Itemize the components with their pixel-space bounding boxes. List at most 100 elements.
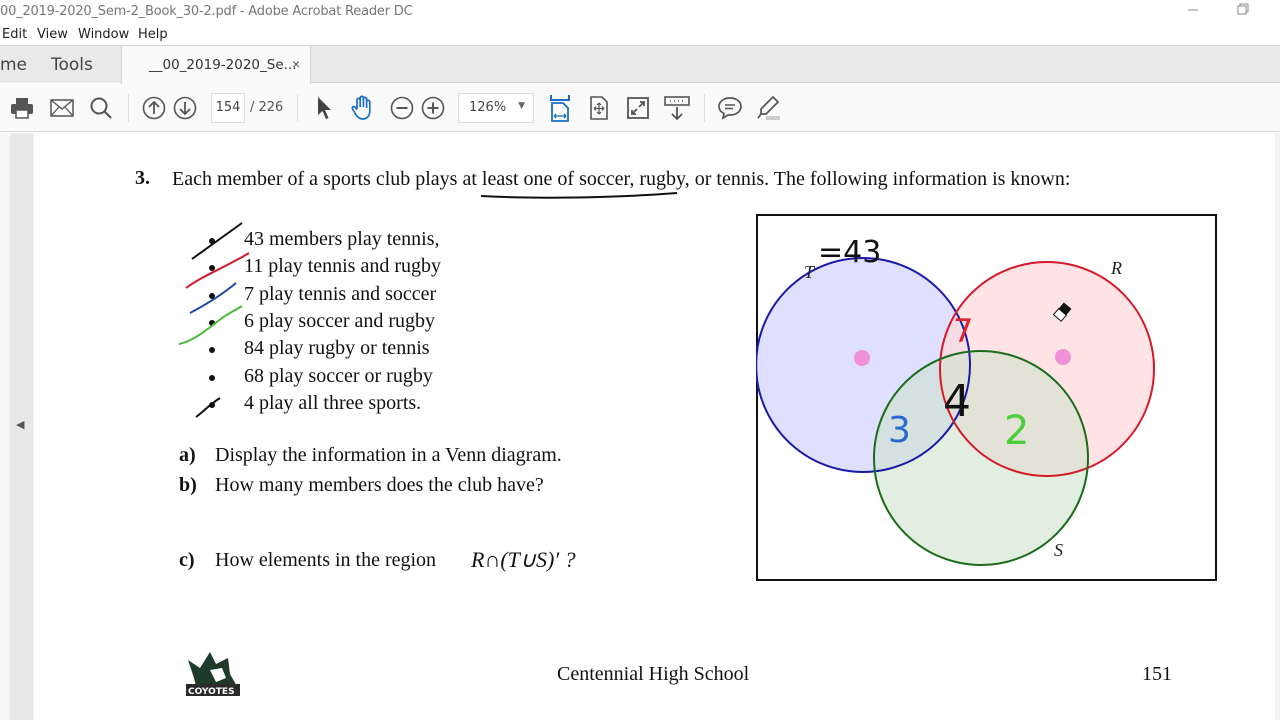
search-button[interactable] — [87, 94, 115, 122]
part-text: How many members does the club have? — [215, 474, 544, 496]
bullet — [209, 265, 215, 271]
fit-page-icon — [590, 96, 608, 120]
toolbar: 154 / 226 126% ▼ — [0, 84, 1280, 132]
bullet — [209, 293, 215, 299]
fact-item: 11 play tennis and rugby — [244, 255, 442, 277]
document-viewer: ◀ 3. Each member of a sports club plays … — [0, 133, 1280, 720]
tab-document-label: __00_2019-2020_Se... — [149, 57, 297, 73]
check-mark-ink — [185, 252, 250, 289]
fact-item: 84 play rugby or tennis — [244, 337, 430, 359]
check-mark-ink — [195, 397, 221, 418]
menu-window[interactable]: Window — [78, 27, 129, 42]
fact-item: 68 play soccer or rugby — [244, 365, 433, 387]
bullet — [209, 402, 215, 408]
fit-width-icon — [550, 95, 570, 122]
part-label: c) — [179, 549, 195, 571]
zoom-level-dropdown[interactable]: 126% ▼ — [458, 93, 534, 123]
question-text: Each member of a sports club plays at le… — [172, 168, 1071, 190]
menu-help[interactable]: Help — [138, 27, 168, 42]
close-tab-icon[interactable]: × — [292, 56, 300, 72]
minimize-icon — [1188, 9, 1198, 11]
annotation-tennis-total: =43 — [818, 235, 881, 270]
pink-dot — [854, 350, 870, 366]
set-s-fill — [874, 351, 1088, 565]
underline-ink — [480, 192, 678, 199]
scrolling-mode-icon — [664, 96, 690, 121]
footer-page-number: 151 — [1142, 663, 1172, 685]
navigation-pane: ◀ — [10, 133, 33, 720]
print-button[interactable] — [8, 94, 36, 122]
email-icon — [50, 99, 74, 117]
restore-button[interactable] — [1228, 2, 1258, 20]
title-bar: 00_2019-2020_Sem-2_Book_30-2.pdf - Adobe… — [0, 0, 1280, 24]
menu-view[interactable]: View — [37, 27, 68, 42]
restore-icon — [1237, 3, 1249, 15]
tab-tools[interactable]: Tools — [51, 55, 93, 75]
region-expression: R∩(T∪S)′ ? — [471, 547, 576, 572]
part-text: How elements in the region — [215, 549, 437, 571]
tab-home[interactable]: me — [0, 55, 27, 75]
print-icon — [11, 98, 33, 119]
venn-diagram: T R S =43 7 4 3 2 — [756, 214, 1217, 581]
toolbar-divider — [704, 94, 705, 122]
menu-edit[interactable]: Edit — [2, 27, 27, 42]
check-mark-ink — [191, 222, 243, 260]
annotation-all-three: 4 — [943, 376, 971, 427]
toolbar-divider — [128, 94, 129, 122]
comment-icon — [718, 97, 742, 120]
pdf-page: 3. Each member of a sports club plays at… — [34, 133, 1275, 720]
left-rail — [0, 133, 10, 720]
hand-tool-button[interactable] — [348, 94, 376, 122]
zoom-level-value: 126% — [469, 100, 507, 115]
hand-tool-icon — [351, 95, 371, 120]
tab-group-home-tools: me Tools — [0, 46, 120, 83]
annotation-tennis-rugby: 7 — [953, 312, 973, 350]
fact-item: 7 play tennis and soccer — [244, 283, 437, 305]
select-cursor-icon — [318, 97, 331, 119]
zoom-in-button[interactable] — [419, 94, 447, 122]
part-label: a) — [179, 444, 196, 466]
annotation-soccer-rugby: 2 — [1004, 408, 1029, 454]
set-s-label: S — [1054, 540, 1063, 560]
footer-school-name: Centennial High School — [557, 663, 750, 685]
full-screen-button[interactable] — [624, 94, 652, 122]
highlight-icon — [757, 95, 780, 120]
tab-bar: me Tools __00_2019-2020_Se... × — [0, 45, 1280, 84]
toolbar-divider — [297, 94, 298, 122]
page-total: / 226 — [250, 100, 284, 115]
fact-item: 4 play all three sports. — [244, 392, 422, 414]
question-number: 3. — [135, 167, 150, 189]
part-label: b) — [179, 474, 197, 496]
next-page-icon — [173, 96, 197, 120]
previous-page-button[interactable] — [140, 94, 168, 122]
bullet — [209, 375, 215, 381]
vertical-scrollbar[interactable] — [1275, 133, 1280, 720]
zoom-in-icon — [421, 96, 445, 120]
next-page-button[interactable] — [171, 94, 199, 122]
fact-item: 43 members play tennis, — [244, 228, 440, 250]
bullet — [209, 238, 215, 244]
set-r-label: R — [1110, 258, 1122, 278]
zoom-out-icon — [390, 96, 414, 120]
comment-button[interactable] — [716, 94, 744, 122]
highlight-button[interactable] — [755, 94, 783, 122]
expand-panel-icon[interactable]: ◀ — [16, 418, 24, 431]
menu-bar: Edit View Window Help — [0, 24, 1280, 45]
fit-width-button[interactable] — [546, 94, 574, 122]
scrolling-mode-button[interactable] — [663, 94, 691, 122]
zoom-out-button[interactable] — [388, 94, 416, 122]
part-text: Display the information in a Venn diagra… — [215, 444, 562, 466]
tab-document[interactable]: __00_2019-2020_Se... × — [121, 46, 311, 84]
minimize-button[interactable] — [1178, 2, 1208, 20]
search-icon — [90, 97, 112, 119]
chevron-down-icon: ▼ — [518, 101, 525, 111]
fit-page-button[interactable] — [585, 94, 613, 122]
annotation-tennis-soccer: 3 — [888, 410, 911, 451]
select-tool-button[interactable] — [310, 94, 338, 122]
full-screen-icon — [627, 97, 649, 119]
page-number-input[interactable]: 154 — [211, 93, 245, 123]
email-button[interactable] — [48, 94, 76, 122]
window-title: 00_2019-2020_Sem-2_Book_30-2.pdf - Adobe… — [0, 4, 413, 19]
bullet — [209, 347, 215, 353]
coyotes-logo: COYOTES — [186, 652, 240, 697]
